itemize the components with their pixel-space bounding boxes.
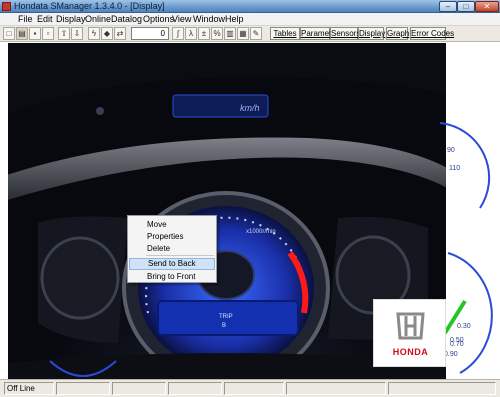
tab-parameters[interactable]: Parameters xyxy=(300,27,342,40)
display-area: km/h x1000r/min TRIP B 90 110 0.30 0.50 … xyxy=(0,43,500,379)
menu-datalog[interactable]: Datalog xyxy=(111,14,142,24)
value-field[interactable]: 0 xyxy=(131,27,169,40)
honda-wordmark: HONDA xyxy=(392,347,429,357)
window-title: Hondata SManager 1.3.4.0 - [Display] xyxy=(14,1,165,11)
menu-item-properties[interactable]: Properties xyxy=(129,231,215,243)
status-cell xyxy=(56,382,110,395)
tab-display[interactable]: Display xyxy=(358,27,385,40)
new-file-icon[interactable]: □ xyxy=(3,27,15,40)
menu-view[interactable]: View xyxy=(172,14,191,24)
edit-icon[interactable]: ✎ xyxy=(250,27,262,40)
speed-unit: km/h xyxy=(240,103,260,113)
rpm-label: x1000r/min xyxy=(246,229,276,235)
graph-icon[interactable]: ∫ xyxy=(172,27,184,40)
status-cell xyxy=(286,382,386,395)
minimize-button[interactable]: – xyxy=(439,1,457,12)
status-cell xyxy=(168,382,222,395)
diamond-icon[interactable]: ◆ xyxy=(101,27,113,40)
menu-help[interactable]: Help xyxy=(225,14,244,24)
app-icon xyxy=(2,2,11,11)
menu-edit[interactable]: Edit xyxy=(37,14,53,24)
context-menu: Move Properties Delete Send to Back Brin… xyxy=(127,215,217,283)
maximize-button[interactable]: □ xyxy=(457,1,475,12)
title-bar: Hondata SManager 1.3.4.0 - [Display] – □… xyxy=(0,0,500,13)
menu-item-send-to-back[interactable]: Send to Back xyxy=(129,258,215,270)
side-gauge-tick: 0.70 xyxy=(450,341,464,348)
percent-icon[interactable]: % xyxy=(211,27,223,40)
trip-label: TRIP xyxy=(219,314,233,320)
save-as-icon[interactable]: ▫ xyxy=(42,27,54,40)
tab-graph[interactable]: Graph xyxy=(386,27,409,40)
menu-window[interactable]: Window xyxy=(193,14,225,24)
lightning-icon[interactable]: ϟ xyxy=(88,27,100,40)
connection-status: Off Line xyxy=(4,382,54,395)
side-gauge-tick: 90 xyxy=(447,147,455,154)
grid-icon[interactable]: ▦ xyxy=(237,27,249,40)
honda-emblem-icon xyxy=(396,312,425,340)
bottom-gauge-arc xyxy=(49,360,117,377)
side-gauge-tick: 110 xyxy=(449,165,461,172)
menu-item-bring-to-front[interactable]: Bring to Front xyxy=(129,271,215,283)
save-icon[interactable]: ▪ xyxy=(29,27,41,40)
tab-error-codes[interactable]: Error Codes xyxy=(410,27,454,40)
menu-options[interactable]: Options xyxy=(143,14,174,24)
side-gauge-tick: 0.30 xyxy=(457,323,471,330)
status-cell xyxy=(112,382,166,395)
lambda-icon[interactable]: λ xyxy=(185,27,197,40)
open-folder-icon[interactable]: ▤ xyxy=(16,27,28,40)
menu-item-move[interactable]: Move xyxy=(129,219,215,231)
tab-sensors[interactable]: Sensors xyxy=(330,27,360,40)
menu-item-delete[interactable]: Delete xyxy=(129,243,215,255)
honda-logo[interactable]: HONDA xyxy=(373,299,446,367)
download-icon[interactable]: ⇩ xyxy=(71,27,83,40)
upload-icon[interactable]: ⇧ xyxy=(58,27,70,40)
menu-online[interactable]: Online xyxy=(85,14,111,24)
toolbar: □ ▤ ▪ ▫ ⇧ ⇩ ϟ ◆ ⇄ 0 ∫ λ ± % ▥ ▦ ✎ Tables… xyxy=(0,26,500,42)
status-cell xyxy=(224,382,284,395)
trip-sub: B xyxy=(222,323,226,329)
status-cell xyxy=(388,382,496,395)
menu-bar: File Edit Display Online Datalog Options… xyxy=(0,13,500,26)
chart-icon[interactable]: ▥ xyxy=(224,27,236,40)
close-button[interactable]: ✕ xyxy=(475,1,499,12)
offset-icon[interactable]: ± xyxy=(198,27,210,40)
status-bar: Off Line xyxy=(0,379,500,397)
tab-tables[interactable]: Tables xyxy=(270,27,300,40)
transfer-icon[interactable]: ⇄ xyxy=(114,27,126,40)
menu-file[interactable]: File xyxy=(18,14,33,24)
menu-display[interactable]: Display xyxy=(56,14,86,24)
menu-separator xyxy=(146,255,214,256)
